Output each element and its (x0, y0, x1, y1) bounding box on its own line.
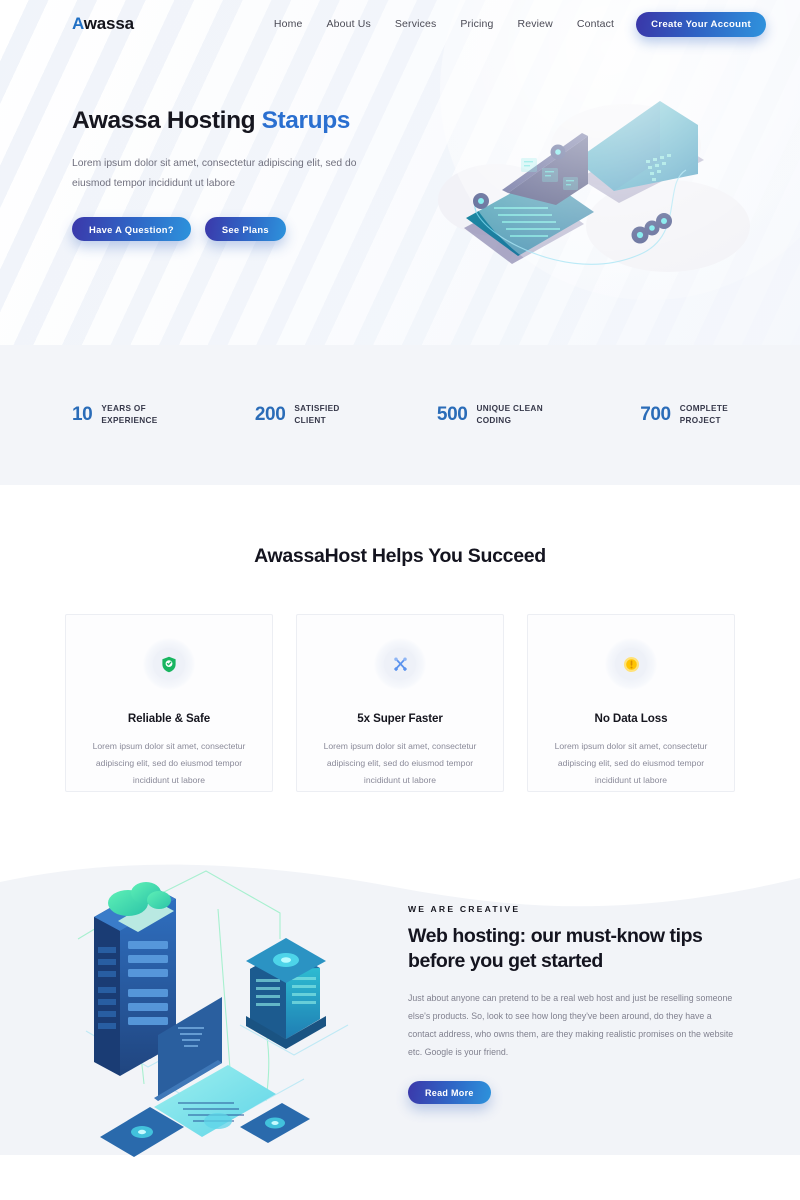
feature-icon-halo (143, 638, 195, 690)
feature-card-super-faster[interactable]: 5x Super Faster Lorem ipsum dolor sit am… (296, 614, 504, 792)
feature-card-title: No Data Loss (594, 712, 668, 725)
hero-title-main: Awassa Hosting (72, 107, 262, 134)
feature-card-text: Lorem ipsum dolor sit amet, consectetur … (323, 741, 477, 785)
nav-links: Home About Us Services Pricing Review Co… (274, 18, 614, 30)
lower-title: Web hosting: our must-know tips before y… (408, 925, 703, 972)
tools-wrench-screwdriver-icon (393, 657, 407, 671)
stat-item: 700 COMPLETE PROJECT (640, 403, 728, 428)
hero-subtitle: Lorem ipsum dolor sit amet, consectetur … (72, 157, 357, 190)
nav-item-contact[interactable]: Contact (577, 18, 614, 30)
stat-number: 200 (254, 404, 286, 425)
see-plans-button[interactable]: See Plans (204, 217, 286, 242)
feature-icon-disc (615, 648, 647, 680)
stat-item: 200 SATISFIED CLIENT (255, 403, 340, 428)
feature-card-title: 5x Super Faster (357, 712, 443, 725)
stat-item: 10 YEARS OF EXPERIENCE (72, 403, 158, 428)
feature-icon-disc (153, 648, 185, 680)
stat-item: 500 UNIQUE CLEAN CODING (437, 403, 543, 428)
feature-card-title: Reliable & Safe (127, 712, 211, 725)
feature-icon-halo (374, 638, 426, 690)
stat-label: YEARS OF EXPERIENCE (101, 403, 158, 425)
feature-card-no-data-loss[interactable]: No Data Loss Lorem ipsum dolor sit amet,… (527, 614, 735, 792)
hero-title-accent: Starups (261, 107, 351, 134)
stat-number: 10 (72, 404, 93, 425)
lower-illustration (58, 869, 368, 1159)
nav-item-services[interactable]: Services (395, 18, 436, 30)
stat-label: UNIQUE CLEAN CODING (476, 403, 543, 425)
hero-title: Awassa Hosting Starups (72, 106, 412, 136)
feature-icon-disc (384, 648, 416, 680)
brand-logo[interactable]: Awassa (72, 14, 134, 34)
read-more-button[interactable]: Read More (408, 1081, 491, 1105)
stat-number: 500 (436, 404, 468, 425)
brand-logo-rest: wassa (83, 14, 134, 33)
features-section: AwassaHost Helps You Succeed Reliable & … (0, 485, 800, 792)
stats-band: 10 YEARS OF EXPERIENCE 200 SATISFIED CLI… (0, 345, 800, 485)
shield-check-icon (162, 656, 176, 672)
stat-number: 700 (640, 404, 671, 425)
top-navigation: Awassa Home About Us Services Pricing Re… (0, 0, 800, 48)
lower-section: We Are Creative Web hosting: our must-kn… (0, 842, 800, 1157)
features-heading: AwassaHost Helps You Succeed (254, 545, 546, 567)
stat-label: SATISFIED CLIENT (294, 403, 340, 425)
create-account-button[interactable]: Create Your Account (636, 11, 766, 37)
feature-card-reliable-safe[interactable]: Reliable & Safe Lorem ipsum dolor sit am… (65, 614, 273, 792)
hero-buttons: Have A Question? See Plans (72, 217, 412, 242)
lower-content: We Are Creative Web hosting: our must-kn… (0, 842, 800, 1157)
feature-icon-halo (605, 638, 657, 690)
feature-card-text: Lorem ipsum dolor sit amet, consectetur … (92, 741, 246, 785)
feature-cards: Reliable & Safe Lorem ipsum dolor sit am… (0, 614, 800, 792)
feature-card-text: Lorem ipsum dolor sit amet, consectetur … (554, 741, 708, 785)
hero-content: Awassa Hosting Starups Lorem ipsum dolor… (0, 48, 800, 242)
lower-eyebrow: We Are Creative (408, 904, 521, 914)
stat-label: COMPLETE PROJECT (679, 403, 729, 425)
nav-item-review[interactable]: Review (518, 18, 553, 30)
lower-text: Just about anyone can pretend to be a re… (408, 992, 734, 1057)
have-a-question-button[interactable]: Have A Question? (72, 217, 191, 242)
hero-copy: Awassa Hosting Starups Lorem ipsum dolor… (72, 106, 412, 242)
nav-item-about-us[interactable]: About Us (327, 18, 371, 30)
hero-section: Awassa Home About Us Services Pricing Re… (0, 0, 800, 345)
nav-item-pricing[interactable]: Pricing (460, 18, 493, 30)
lower-copy: We Are Creative Web hosting: our must-kn… (408, 904, 748, 1105)
nav-item-home[interactable]: Home (274, 18, 303, 30)
brand-logo-initial: A (72, 14, 84, 33)
warning-exclamation-icon (623, 656, 639, 672)
